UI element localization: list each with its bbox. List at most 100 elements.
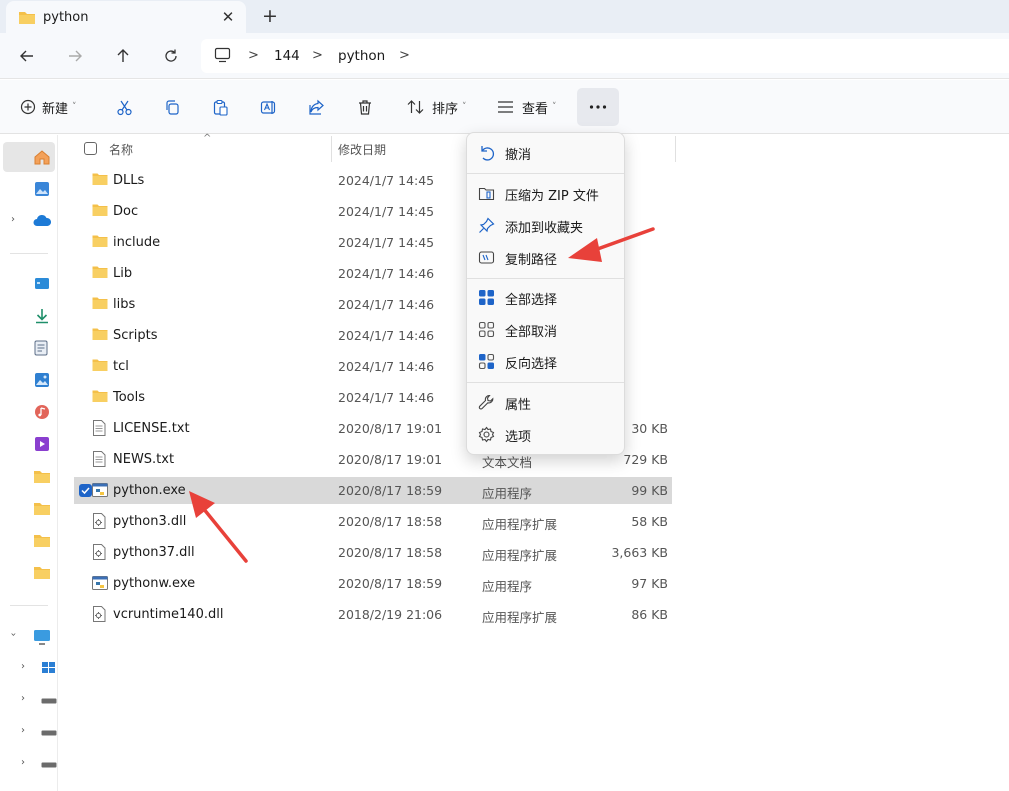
documents-icon[interactable] [34,340,50,356]
file-name: Tools [113,390,146,405]
folder-icon [18,9,36,25]
folder-icon[interactable] [33,533,50,549]
pictures-icon[interactable] [34,372,50,388]
table-row[interactable]: pythonw.exe 2020/8/17 18:59 应用程序 97 KB [74,570,672,597]
file-name: DLLs [113,173,145,188]
folder-icon[interactable] [33,565,50,581]
tab-python[interactable]: python ✕ [6,1,246,33]
new-button[interactable]: 新建 ˅ [20,95,77,119]
address-bar[interactable]: > 144 > python > [201,39,1009,73]
windows-drive-icon[interactable] [41,661,57,677]
file-name: vcruntime140.dll [113,607,224,622]
file-name: python37.dll [113,545,195,560]
table-row[interactable]: python.exe 2020/8/17 18:59 应用程序 99 KB [74,477,672,504]
delete-icon[interactable] [357,95,373,119]
expand-arrow-icon[interactable]: › [21,725,25,736]
dll-file-icon [92,606,106,622]
column-header-modified[interactable]: 修改日期 [338,141,386,169]
file-name: tcl [113,359,129,374]
desktop-icon[interactable] [34,277,50,293]
column-header-name[interactable]: 名称 [109,141,133,169]
file-name: libs [113,297,136,312]
drive-icon[interactable] [41,729,57,745]
breadcrumb-python[interactable]: python [338,48,385,64]
this-pc-icon[interactable] [214,47,231,63]
add-icon [20,99,36,115]
folder-icon[interactable] [33,501,50,517]
file-size: 729 KB [623,452,668,467]
chevron-down-icon: ˅ [462,102,467,112]
rename-icon[interactable] [260,95,277,119]
cut-icon[interactable] [116,95,133,119]
menu-item-add-to-favorites[interactable]: 添加到收藏夹 [467,210,624,240]
menu-item-copy-path[interactable]: 复制路径 [467,242,624,272]
select-all-checkbox[interactable] [84,142,97,155]
folder-icon [92,265,108,279]
back-icon[interactable] [14,44,40,68]
onedrive-icon[interactable] [33,214,51,230]
file-name: Doc [113,204,139,219]
breadcrumb-chevron-icon[interactable]: > [248,48,259,63]
nav-separator [10,605,48,606]
expand-arrow-icon[interactable]: › [21,757,25,768]
folder-icon [92,327,108,341]
breadcrumb-chevron-icon[interactable]: > [399,48,410,63]
drive-icon[interactable] [41,761,57,777]
view-button[interactable]: 查看 ˅ [497,95,557,119]
new-label: 新建 [42,101,69,117]
file-modified: 2024/1/7 14:45 [338,204,435,219]
row-checkbox-checked[interactable] [79,484,92,497]
home-icon[interactable] [33,149,50,165]
this-pc-icon[interactable] [33,629,50,645]
view-label: 查看 [522,101,549,117]
forward-icon[interactable] [62,44,88,68]
file-size: 30 KB [631,421,668,436]
folder-icon[interactable] [33,469,50,485]
collapse-arrow-icon[interactable]: › [8,633,19,637]
menu-item-invert-selection[interactable]: 反向选择 [467,346,624,376]
share-icon[interactable] [308,95,325,119]
downloads-icon[interactable] [34,308,50,324]
paste-icon[interactable] [212,95,229,119]
file-name: NEWS.txt [113,452,175,467]
dll-file-icon [92,513,106,529]
breadcrumb-chevron-icon[interactable]: > [312,48,323,63]
menu-item-properties[interactable]: 属性 [467,387,624,417]
view-icon [497,100,514,114]
file-name: pythonw.exe [113,576,196,591]
table-row[interactable]: vcruntime140.dll 2018/2/19 21:06 应用程序扩展 86 … [74,601,672,628]
file-name: python.exe [113,483,186,498]
menu-item-options[interactable]: 选项 [467,419,624,449]
menu-item-select-all[interactable]: 全部选择 [467,282,624,312]
new-tab-icon[interactable]: + [259,5,281,27]
menu-item-undo[interactable]: 撤消 [467,137,624,167]
file-size: 97 KB [631,576,668,591]
sort-button[interactable]: 排序 ˅ [407,95,467,119]
drive-icon[interactable] [41,697,57,713]
copy-path-icon [478,249,495,266]
column-divider[interactable] [675,136,676,162]
menu-item-compress-zip[interactable]: 压缩为 ZIP 文件 [467,178,624,208]
more-options-button[interactable] [577,88,619,126]
column-divider[interactable] [331,136,332,162]
breadcrumb-144[interactable]: 144 [274,48,300,64]
expand-arrow-icon[interactable]: › [21,661,25,672]
invert-selection-icon [478,353,495,370]
table-row[interactable]: python3.dll 2020/8/17 18:58 应用程序扩展 58 KB [74,508,672,535]
videos-icon[interactable] [34,436,50,452]
table-row[interactable]: python37.dll 2020/8/17 18:58 应用程序扩展 3,663 K… [74,539,672,566]
gallery-icon[interactable] [34,181,50,197]
expand-arrow-icon[interactable]: › [11,214,15,225]
menu-item-select-none[interactable]: 全部取消 [467,314,624,344]
chevron-down-icon: ˅ [72,102,77,112]
up-icon[interactable] [110,44,136,68]
file-modified: 2024/1/7 14:46 [338,297,435,312]
file-modified: 2024/1/7 14:46 [338,328,435,343]
refresh-icon[interactable] [158,44,184,68]
music-icon[interactable] [34,404,50,420]
expand-arrow-icon[interactable]: › [21,693,25,704]
more-icon [589,105,607,109]
file-name: include [113,235,161,250]
close-tab-icon[interactable]: ✕ [219,8,237,26]
copy-icon[interactable] [164,95,181,119]
